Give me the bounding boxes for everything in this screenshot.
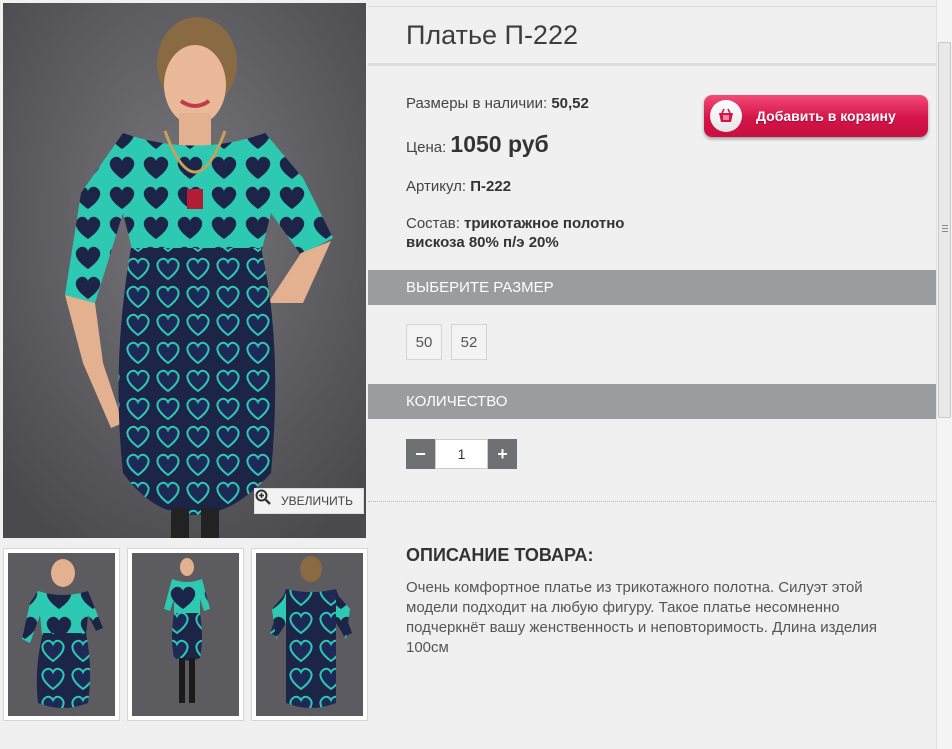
composition-line1: трикотажное полотно [464, 215, 625, 232]
page-scrollbar[interactable] [936, 0, 952, 749]
add-to-cart-button[interactable]: Добавить в корзину [704, 95, 928, 137]
article-value: П-222 [470, 178, 512, 195]
quantity-stepper: − + [406, 439, 517, 469]
size-option-50[interactable]: 50 [406, 324, 442, 360]
quantity-section-header: КОЛИЧЕСТВО [368, 384, 936, 419]
size-section-header: ВЫБЕРИТЕ РАЗМЕР [368, 270, 936, 305]
composition-label: Состав: [406, 215, 460, 232]
scroll-grip-icon [942, 225, 948, 233]
description-title: ОПИСАНИЕ ТОВАРА: [406, 545, 594, 565]
sizes-value: 50,52 [551, 95, 589, 112]
article: Артикул: П-222 [406, 178, 511, 195]
quantity-decrease-button[interactable]: − [406, 439, 435, 469]
scrollbar-thumb[interactable] [938, 42, 951, 418]
divider [368, 501, 936, 502]
thumbnail-back[interactable] [251, 548, 368, 721]
page-title: Платье П-222 [406, 20, 578, 50]
description-text: Очень комфортное платье из трикотажного … [406, 579, 877, 656]
thumbnail-back-image [270, 556, 352, 708]
add-to-cart-label: Добавить в корзину [756, 108, 896, 124]
dress-model-photo [3, 3, 366, 538]
thumbnail-front-image [22, 559, 103, 708]
basket-icon [710, 100, 742, 132]
quantity-input[interactable] [435, 439, 488, 469]
thumbnail-strip [3, 548, 369, 721]
price-label: Цена: [406, 139, 447, 156]
composition-line2: вискоза 80% п/э 20% [406, 234, 559, 251]
thumbnail-front[interactable] [3, 548, 120, 721]
composition: Состав: трикотажное полотно вискоза 80% … [406, 214, 624, 252]
product-details-panel: Платье П-222 Размеры в наличии: 50,52 Це… [368, 0, 936, 749]
thumbnail-full-length-image [164, 558, 210, 703]
zoom-button[interactable]: УВЕЛИЧИТЬ [254, 488, 364, 514]
thumbnail-full-length[interactable] [127, 548, 244, 721]
price-value: 1050 руб [450, 131, 549, 157]
title-bar: Платье П-222 [368, 6, 936, 66]
magnifier-plus-icon [255, 489, 277, 509]
size-option-52[interactable]: 52 [451, 324, 487, 360]
zoom-label: УВЕЛИЧИТЬ [281, 494, 353, 508]
sizes-label: Размеры в наличии: [406, 95, 548, 112]
sizes-available: Размеры в наличии: 50,52 [406, 95, 589, 112]
article-label: Артикул: [406, 178, 467, 195]
price: Цена: 1050 руб [406, 131, 549, 158]
quantity-increase-button[interactable]: + [488, 439, 517, 469]
product-main-photo[interactable]: УВЕЛИЧИТЬ [3, 3, 366, 538]
